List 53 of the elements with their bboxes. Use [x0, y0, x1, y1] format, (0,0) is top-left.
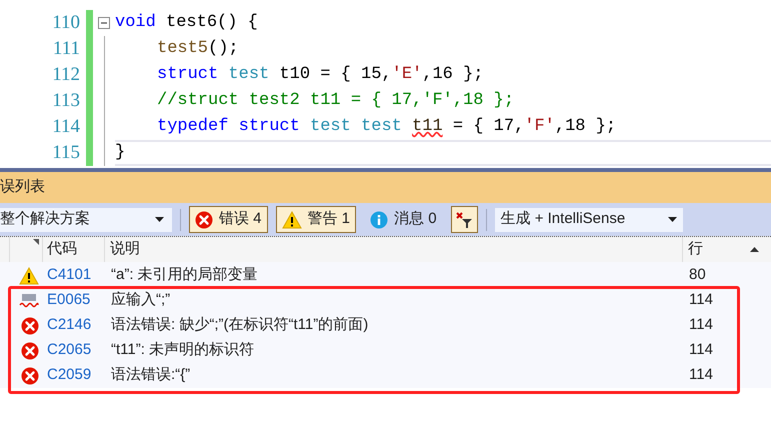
clear-filter-button[interactable]: [450, 206, 478, 233]
line-number: 114: [51, 114, 81, 139]
warning-icon: [19, 266, 39, 284]
error-code-link[interactable]: C2059: [43, 364, 105, 387]
error-row[interactable]: C2059 语法错误:“{” 114: [0, 363, 771, 388]
filter-toggle[interactable]: 错误 4: [189, 206, 268, 233]
error-code-link[interactable]: C2065: [43, 339, 105, 362]
line-number-cell-text: 114: [688, 290, 713, 310]
code-line: test5();: [156, 38, 240, 60]
error-description: 语法错误: 缺少“;”(在标识符“t11”的前面): [110, 315, 370, 336]
error-code-link[interactable]: C2146: [43, 314, 105, 337]
line-number-cell-text: 114: [688, 365, 713, 386]
error-icon: [21, 342, 39, 360]
dropdown-caret-icon: [155, 217, 164, 222]
info-icon: [370, 210, 388, 228]
panel-title: 误列表: [0, 177, 45, 198]
filter-toggle[interactable]: 消息 0: [364, 206, 443, 233]
code-line: //struct test2 t11 = { 17,'F',18 };: [156, 90, 516, 112]
code-line: void test6() {: [115, 12, 259, 34]
spell-check-icon: [19, 292, 39, 308]
code-line: typedef struct test test t11 = { 17,'F',18 };: [156, 116, 618, 138]
error-row[interactable]: C2146 语法错误: 缺少“;”(在标识符“t11”的前面) 114: [0, 313, 771, 338]
error-row[interactable]: E0065 应输入“;” 114: [0, 288, 771, 313]
error-description: “t11”: 未声明的标识符: [110, 340, 256, 360]
error-description: 语法错误:“{”: [110, 365, 192, 386]
filter-clear-icon: [455, 210, 474, 228]
error-description: “a”: 未引用的局部变量: [110, 265, 259, 286]
source-dropdown[interactable]: 生成 + IntelliSense: [494, 208, 683, 232]
code-line: }: [115, 140, 771, 166]
error-description: 应输入“;”: [110, 290, 172, 310]
error-code-link[interactable]: E0065: [43, 289, 105, 312]
line-number-cell-text: 114: [688, 315, 713, 336]
column-header[interactable]: 行: [683, 237, 771, 262]
error-row[interactable]: C2065 “t11”: 未声明的标识符 114: [0, 338, 771, 363]
error-icon: [195, 210, 213, 228]
line-number: 112: [51, 62, 81, 87]
scope-dropdown[interactable]: 整个解决方案: [0, 208, 172, 232]
error-icon: [21, 366, 39, 384]
code-line: struct test t10 = { 15,'E',16 };: [156, 64, 484, 86]
line-number: 113: [51, 88, 81, 113]
line-number: 111: [52, 36, 81, 61]
warning-icon: [282, 210, 302, 228]
line-number: 110: [51, 10, 81, 35]
filter-toggle[interactable]: 警告 1: [276, 206, 356, 233]
line-number-cell-text: 80: [688, 265, 706, 286]
error-row[interactable]: C4101 “a”: 未引用的局部变量 80: [0, 263, 771, 288]
line-number: 115: [51, 140, 81, 165]
sort-ascending-icon: [750, 247, 759, 252]
line-number-cell-text: 114: [688, 340, 713, 360]
error-code-link[interactable]: C4101: [43, 264, 105, 287]
error-icon: [21, 316, 39, 334]
sort-corner-icon: [33, 239, 39, 245]
dropdown-caret-icon: [668, 217, 677, 222]
